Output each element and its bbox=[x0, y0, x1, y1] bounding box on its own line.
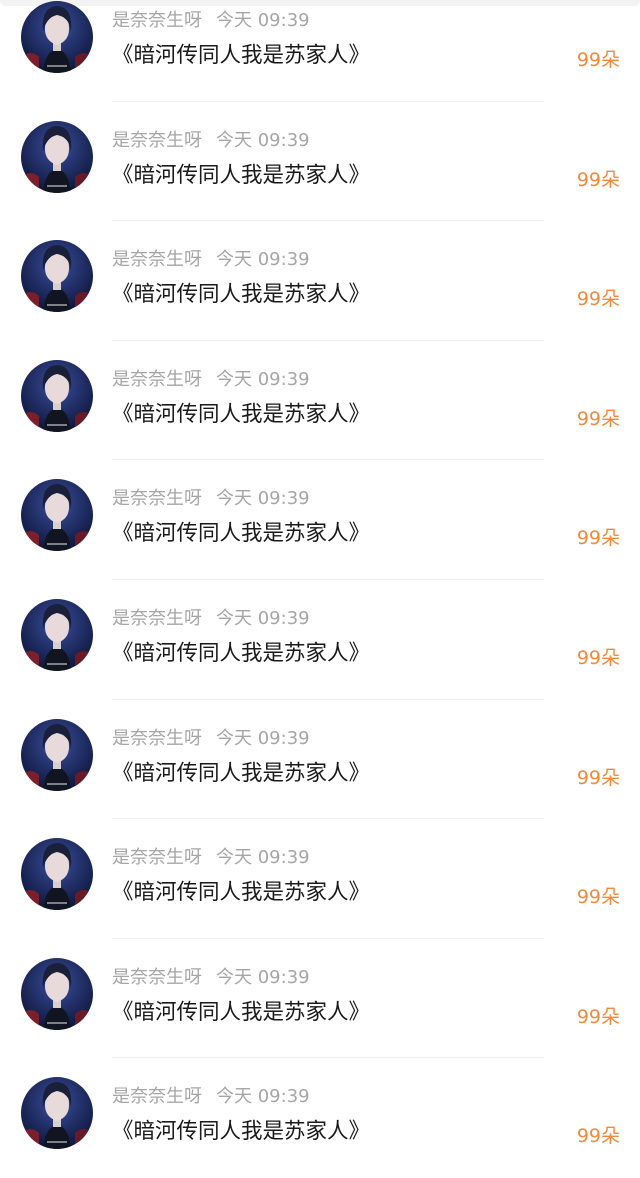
gift-record-list: 是奈奈生呀 今天 09:39 《暗河传同人我是苏家人》 99朵 是奈奈生呀 今天 0… bbox=[0, 0, 640, 1178]
avatar-anime-character-icon bbox=[21, 838, 93, 911]
work-title[interactable]: 《暗河传同人我是苏家人》 bbox=[112, 162, 370, 190]
meta-line: 是奈奈生呀 今天 09:39 bbox=[112, 847, 310, 869]
timestamp: 今天 09:39 bbox=[216, 966, 310, 988]
gift-amount: 99朵 bbox=[576, 49, 620, 71]
username[interactable]: 是奈奈生呀 bbox=[112, 608, 202, 629]
gift-amount: 99朵 bbox=[576, 1125, 620, 1148]
avatar[interactable] bbox=[21, 718, 93, 791]
avatar[interactable] bbox=[21, 479, 93, 552]
list-item[interactable]: 是奈奈生呀 今天 09:39 《暗河传同人我是苏家人》 99朵 bbox=[0, 939, 640, 1059]
gift-amount: 99朵 bbox=[576, 407, 620, 430]
work-title[interactable]: 《暗河传同人我是苏家人》 bbox=[112, 999, 370, 1027]
timestamp: 今天 09:39 bbox=[216, 727, 310, 749]
gift-amount: 99朵 bbox=[576, 288, 620, 311]
avatar[interactable] bbox=[21, 240, 93, 313]
gift-amount: 99朵 bbox=[576, 168, 620, 191]
timestamp: 今天 09:39 bbox=[216, 368, 310, 390]
meta-line: 是奈奈生呀 今天 09:39 bbox=[112, 369, 310, 391]
timestamp: 今天 09:39 bbox=[216, 10, 310, 31]
list-item[interactable]: 是奈奈生呀 今天 09:39 《暗河传同人我是苏家人》 99朵 bbox=[0, 341, 640, 461]
timestamp: 今天 09:39 bbox=[216, 607, 310, 629]
gift-amount: 99朵 bbox=[576, 886, 620, 909]
avatar-anime-character-icon bbox=[21, 240, 93, 313]
work-title[interactable]: 《暗河传同人我是苏家人》 bbox=[112, 520, 370, 548]
avatar[interactable] bbox=[21, 838, 93, 911]
work-title[interactable]: 《暗河传同人我是苏家人》 bbox=[112, 42, 370, 70]
gift-amount: 99朵 bbox=[576, 1005, 620, 1028]
avatar-anime-character-icon bbox=[21, 598, 93, 671]
work-title[interactable]: 《暗河传同人我是苏家人》 bbox=[112, 401, 370, 429]
meta-line: 是奈奈生呀 今天 09:39 bbox=[112, 1086, 310, 1108]
username[interactable]: 是奈奈生呀 bbox=[112, 967, 202, 988]
avatar-anime-character-icon bbox=[21, 1077, 93, 1150]
list-item[interactable]: 是奈奈生呀 今天 09:39 《暗河传同人我是苏家人》 99朵 bbox=[0, 700, 640, 820]
list-item[interactable]: 是奈奈生呀 今天 09:39 《暗河传同人我是苏家人》 99朵 bbox=[0, 580, 640, 700]
gift-amount: 99朵 bbox=[576, 766, 620, 789]
username[interactable]: 是奈奈生呀 bbox=[112, 847, 202, 868]
work-title[interactable]: 《暗河传同人我是苏家人》 bbox=[112, 879, 370, 907]
meta-line: 是奈奈生呀 今天 09:39 bbox=[112, 608, 310, 630]
avatar[interactable] bbox=[21, 957, 93, 1030]
gift-amount: 99朵 bbox=[576, 646, 620, 669]
avatar[interactable] bbox=[21, 120, 93, 193]
username[interactable]: 是奈奈生呀 bbox=[112, 10, 202, 31]
meta-line: 是奈奈生呀 今天 09:39 bbox=[112, 488, 310, 510]
meta-line: 是奈奈生呀 今天 09:39 bbox=[112, 728, 310, 750]
list-item[interactable]: 是奈奈生呀 今天 09:39 《暗河传同人我是苏家人》 99朵 bbox=[0, 460, 640, 580]
avatar[interactable] bbox=[21, 1077, 93, 1150]
meta-line: 是奈奈生呀 今天 09:39 bbox=[112, 130, 310, 152]
timestamp: 今天 09:39 bbox=[216, 488, 310, 510]
avatar-anime-character-icon bbox=[21, 359, 93, 432]
username[interactable]: 是奈奈生呀 bbox=[112, 369, 202, 390]
meta-line: 是奈奈生呀 今天 09:39 bbox=[112, 10, 310, 32]
username[interactable]: 是奈奈生呀 bbox=[112, 249, 202, 270]
avatar[interactable] bbox=[21, 1, 93, 73]
meta-line: 是奈奈生呀 今天 09:39 bbox=[112, 249, 310, 271]
avatar[interactable] bbox=[21, 598, 93, 671]
timestamp: 今天 09:39 bbox=[216, 1086, 310, 1108]
meta-line: 是奈奈生呀 今天 09:39 bbox=[112, 967, 310, 989]
timestamp: 今天 09:39 bbox=[216, 129, 310, 151]
username[interactable]: 是奈奈生呀 bbox=[112, 728, 202, 749]
avatar[interactable] bbox=[21, 359, 93, 432]
list-item[interactable]: 是奈奈生呀 今天 09:39 《暗河传同人我是苏家人》 99朵 bbox=[0, 0, 640, 102]
work-title[interactable]: 《暗河传同人我是苏家人》 bbox=[112, 281, 370, 309]
gift-amount: 99朵 bbox=[576, 527, 620, 550]
timestamp: 今天 09:39 bbox=[216, 847, 310, 869]
list-item[interactable]: 是奈奈生呀 今天 09:39 《暗河传同人我是苏家人》 99朵 bbox=[0, 819, 640, 939]
avatar-anime-character-icon bbox=[21, 479, 93, 552]
avatar-anime-character-icon bbox=[21, 1, 93, 73]
work-title[interactable]: 《暗河传同人我是苏家人》 bbox=[112, 760, 370, 788]
list-item[interactable]: 是奈奈生呀 今天 09:39 《暗河传同人我是苏家人》 99朵 bbox=[0, 102, 640, 222]
username[interactable]: 是奈奈生呀 bbox=[112, 1086, 202, 1107]
avatar-anime-character-icon bbox=[21, 718, 93, 791]
avatar-anime-character-icon bbox=[21, 120, 93, 193]
avatar-anime-character-icon bbox=[21, 957, 93, 1030]
list-item[interactable]: 是奈奈生呀 今天 09:39 《暗河传同人我是苏家人》 99朵 bbox=[0, 221, 640, 341]
timestamp: 今天 09:39 bbox=[216, 249, 310, 271]
work-title[interactable]: 《暗河传同人我是苏家人》 bbox=[112, 1118, 370, 1146]
work-title[interactable]: 《暗河传同人我是苏家人》 bbox=[112, 640, 370, 668]
username[interactable]: 是奈奈生呀 bbox=[112, 130, 202, 151]
username[interactable]: 是奈奈生呀 bbox=[112, 488, 202, 509]
